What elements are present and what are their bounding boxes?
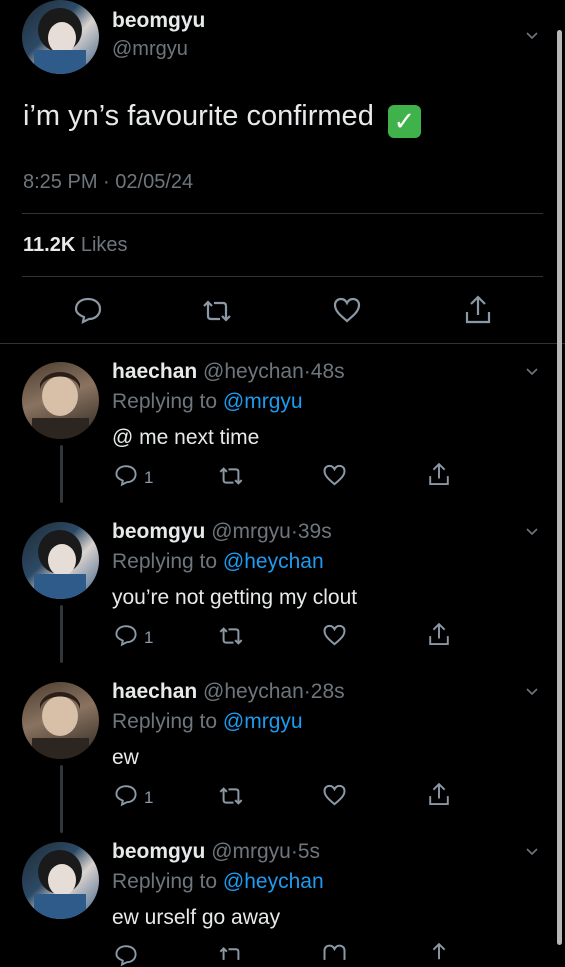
- tweet-date: 02/05/24: [115, 171, 194, 193]
- like-icon[interactable]: [322, 783, 347, 807]
- like-icon[interactable]: [322, 943, 347, 960]
- display-name[interactable]: beomgyu: [112, 840, 205, 863]
- reply-time: 28s: [310, 680, 345, 703]
- like-icon[interactable]: [322, 463, 347, 487]
- display-name[interactable]: beomgyu: [112, 9, 205, 33]
- replying-label: Replying to: [112, 550, 218, 573]
- thread-line: [60, 445, 63, 503]
- reply-text: ew: [112, 746, 139, 769]
- divider: [0, 343, 565, 344]
- avatar-image: [32, 692, 89, 759]
- reply-header: beomgyu @mrgyu·39s: [112, 520, 332, 544]
- reply-text: @ me next time: [112, 426, 260, 449]
- reply-count: 1: [144, 628, 154, 647]
- divider: [22, 213, 543, 214]
- reply-time: 39s: [297, 520, 332, 543]
- avatar[interactable]: [22, 522, 99, 599]
- avatar[interactable]: [22, 842, 99, 919]
- handle[interactable]: @heychan: [203, 360, 304, 383]
- handle[interactable]: @heychan: [203, 680, 304, 703]
- display-name[interactable]: haechan: [112, 680, 197, 703]
- replying-to: Replying to @heychan: [112, 870, 324, 894]
- chevron-down-icon[interactable]: [526, 846, 538, 858]
- thread-line: [60, 765, 63, 833]
- display-name[interactable]: haechan: [112, 360, 197, 383]
- chevron-down-icon[interactable]: [526, 30, 538, 42]
- handle[interactable]: @mrgyu: [211, 840, 291, 863]
- like-icon[interactable]: [332, 296, 362, 324]
- handle[interactable]: @mrgyu: [112, 38, 188, 61]
- avatar[interactable]: [22, 0, 99, 74]
- reply-header: haechan @heychan·28s: [112, 680, 345, 704]
- reply-time: 5s: [297, 840, 321, 863]
- reply-count: 1: [144, 788, 154, 807]
- retweet-icon[interactable]: [217, 465, 245, 487]
- chevron-down-icon[interactable]: [526, 366, 538, 378]
- likes-stat[interactable]: 11.2K Likes: [23, 234, 128, 257]
- replying-to: Replying to @mrgyu: [112, 710, 303, 734]
- share-icon[interactable]: [463, 294, 493, 326]
- reply-text: you’re not getting my clout: [112, 586, 358, 609]
- chevron-down-icon[interactable]: [526, 686, 538, 698]
- share-icon[interactable]: [427, 781, 451, 808]
- avatar-image: [34, 8, 86, 74]
- avatar-image: [34, 850, 86, 919]
- scrollbar[interactable]: [557, 30, 562, 945]
- likes-label: Likes: [80, 234, 128, 256]
- separator: ·: [103, 171, 110, 193]
- mention-link[interactable]: @heychan: [223, 550, 324, 573]
- separator: ·: [290, 520, 298, 543]
- share-icon[interactable]: [427, 941, 451, 960]
- avatar-image: [32, 372, 89, 439]
- replying-label: Replying to: [112, 710, 218, 733]
- reply-text: ew urself go away: [112, 906, 281, 929]
- mention-link[interactable]: @mrgyu: [223, 710, 303, 733]
- replying-to: Replying to @mrgyu: [112, 390, 303, 414]
- reply-time: 48s: [310, 360, 345, 383]
- share-icon[interactable]: [427, 621, 451, 648]
- timestamp: 8:25 PM · 02/05/24: [23, 171, 193, 194]
- replying-to: Replying to @heychan: [112, 550, 324, 574]
- reply-icon[interactable]: [114, 943, 138, 967]
- thread-line: [60, 605, 63, 663]
- reply-icon[interactable]: [114, 463, 138, 487]
- reply-header: haechan @heychan·48s: [112, 360, 345, 384]
- handle[interactable]: @mrgyu: [211, 520, 291, 543]
- reply-header: beomgyu @mrgyu·5s: [112, 840, 320, 864]
- replying-label: Replying to: [112, 390, 218, 413]
- reply-icon[interactable]: [73, 296, 103, 324]
- avatar[interactable]: [22, 362, 99, 439]
- retweet-icon[interactable]: [217, 625, 245, 647]
- reply-icon[interactable]: [114, 623, 138, 647]
- chevron-down-icon[interactable]: [526, 526, 538, 538]
- tweet-text: i’m yn’s favourite confirmed ✓: [23, 100, 421, 138]
- mention-link[interactable]: @mrgyu: [223, 390, 303, 413]
- separator: ·: [303, 360, 311, 383]
- separator: ·: [290, 840, 298, 863]
- retweet-icon[interactable]: [200, 298, 234, 324]
- avatar-image: [34, 530, 86, 599]
- reply-count: 1: [144, 468, 154, 487]
- display-name[interactable]: beomgyu: [112, 520, 205, 543]
- divider: [22, 276, 543, 277]
- reply-icon[interactable]: [114, 783, 138, 807]
- like-icon[interactable]: [322, 623, 347, 647]
- retweet-icon[interactable]: [217, 785, 245, 807]
- avatar[interactable]: [22, 682, 99, 759]
- replying-label: Replying to: [112, 870, 218, 893]
- mention-link[interactable]: @heychan: [223, 870, 324, 893]
- tweet-text-body: i’m yn’s favourite confirmed: [23, 100, 374, 132]
- tweet-time: 8:25 PM: [23, 171, 98, 193]
- retweet-icon[interactable]: [217, 945, 245, 960]
- separator: ·: [303, 680, 311, 703]
- likes-count: 11.2K: [23, 234, 76, 256]
- check-emoji-icon: ✓: [387, 105, 421, 138]
- share-icon[interactable]: [427, 461, 451, 488]
